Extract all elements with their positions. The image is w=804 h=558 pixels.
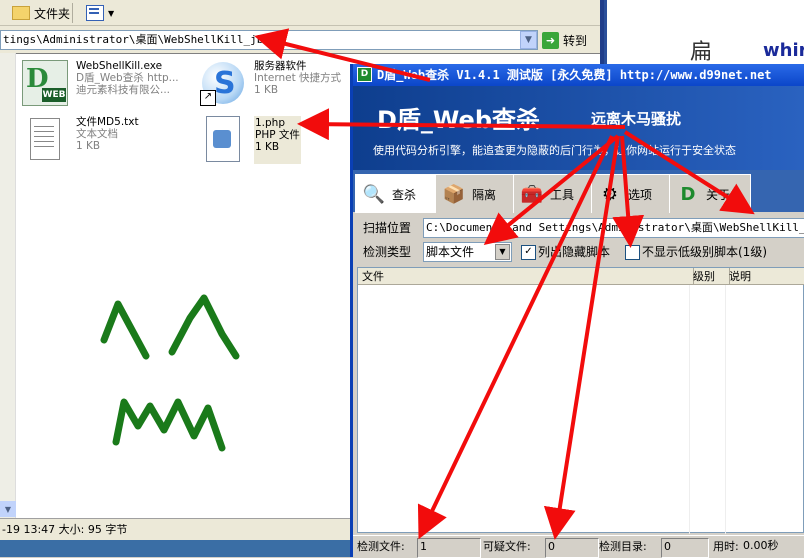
column-header-level[interactable]: 级别 [689,268,730,285]
status-time-value: 0.00秒 [741,538,803,556]
show-hidden-checkbox[interactable]: ✓ [521,245,536,260]
views-icon [86,5,104,21]
banner-logo: D盾_Web查杀 [377,106,540,134]
status-suspicious-label: 可疑文件: [483,540,531,553]
file-name: 服务器软件 [254,60,307,72]
status-time-label: 用时: [713,540,739,553]
views-button[interactable]: ▼ [80,2,120,24]
file-name: WebShellKill.exe [76,60,163,72]
status-files-label: 检测文件: [357,540,405,553]
gear-icon: ⚙ [601,183,619,205]
internet-shortcut-icon: S ↗ [200,60,248,108]
explorer-toolbar: 文件夹 ▼ [0,0,600,26]
tab-strip: 🔍 查杀 📦 隔离 🧰 工具 ⚙ 选项 D 关于 [353,170,804,213]
file-description: D盾_Web查杀 http... [76,72,179,84]
hide-low-level-checkbox[interactable] [625,245,640,260]
scroll-down-icon[interactable]: ▼ [0,501,16,517]
app-title: D盾_Web查杀 V1.4.1 测试版 [永久免费] http://www.d9… [377,68,772,82]
tab-quarantine[interactable]: 📦 隔离 [435,174,517,213]
column-header-description[interactable]: 说明 [725,268,804,285]
scan-type-row: 检测类型 脚本文件 ▼ ✓ 列出隐藏脚本 不显示低级别脚本(1级) [359,242,804,264]
go-button[interactable]: ➜ 转到 [542,29,596,51]
column-divider [689,285,690,534]
folder-icon [12,6,30,20]
scan-type-value: 脚本文件 [426,245,475,259]
tab-scan[interactable]: 🔍 查杀 [355,174,439,213]
file-item-1-php[interactable]: 1.php PHP 文件 1 KB [200,116,301,164]
address-input[interactable]: tings\Administrator\桌面\WebShellKill_jb51 [0,30,538,50]
magnifier-icon: 🔍 [362,183,386,205]
chevron-down-icon: ▼ [108,8,115,18]
toolbar-divider [72,3,73,23]
results-header: 文件 级别 说明 [358,268,804,285]
hide-low-level-label: 不显示低级别脚本(1级) [642,245,767,259]
column-divider [725,285,726,534]
file-description: Internet 快捷方式 [254,72,342,84]
app-status-bar: 检测文件: 1 可疑文件: 0 检测目录: 0 用时: 0.00秒 [353,535,804,558]
file-size: 1 KB [255,141,280,153]
file-description: PHP 文件 [255,129,300,141]
text-document-icon [22,116,70,164]
status-files-value: 1 [417,538,481,558]
banner-description: 使用代码分析引擎，能追查更为隐蔽的后门行为，让你网站运行于安全状态 [373,144,736,157]
background-text: whir [763,40,804,61]
app-icon: D [357,67,372,82]
tab-about[interactable]: D 关于 [669,174,751,213]
file-size: 1 KB [76,140,101,152]
scan-location-row: 扫描位置 C:\Documents and Settings\Administr… [359,218,804,240]
file-description: 文本文档 [76,128,118,140]
tab-label: 查杀 [392,187,417,202]
tab-label: 隔离 [472,187,497,202]
file-name: 文件MD5.txt [76,116,139,128]
app-title-bar[interactable]: D D盾_Web查杀 V1.4.1 测试版 [永久免费] http://www.… [353,64,804,86]
scan-type-label: 检测类型 [363,245,412,259]
d-shield-icon: D [680,183,696,205]
tab-label: 选项 [628,187,653,202]
tab-options[interactable]: ⚙ 选项 [591,174,673,213]
php-file-icon [200,116,248,164]
file-company: 迪元素科技有限公... [76,84,171,96]
folders-button-label: 文件夹 [34,6,71,21]
status-dirs-value: 0 [661,538,709,558]
results-table: 文件 级别 说明 [357,267,804,534]
file-size: 1 KB [254,84,279,96]
d-shield-app-icon: D WEB [22,60,70,108]
address-bar: tings\Administrator\桌面\WebShellKill_jb51… [0,28,600,52]
vertical-scrollbar[interactable] [0,53,16,518]
tab-label: 工具 [550,187,575,202]
box-icon: 📦 [442,183,466,205]
toolbox-icon: 🧰 [520,183,544,205]
go-button-label: 转到 [563,33,588,48]
status-dirs-label: 检测目录: [599,540,647,553]
go-arrow-icon: ➜ [542,31,559,49]
file-name: 1.php [255,117,286,129]
file-item-md5-txt[interactable]: 文件MD5.txt 文本文档 1 KB [22,116,139,164]
scan-location-label: 扫描位置 [363,221,412,235]
tab-tools[interactable]: 🧰 工具 [513,174,595,213]
scan-location-input[interactable]: C:\Documents and Settings\Administrator\… [423,218,804,238]
folders-button[interactable]: 文件夹 [6,2,76,24]
file-item-server-software[interactable]: S ↗ 服务器软件 Internet 快捷方式 1 KB [200,60,341,108]
chevron-down-icon[interactable]: ▼ [495,244,510,260]
column-header-file[interactable]: 文件 [358,268,694,285]
address-dropdown-icon[interactable]: ▼ [520,31,537,49]
status-suspicious-value: 0 [545,538,599,558]
scan-type-select[interactable]: 脚本文件 ▼ [423,242,512,262]
dshield-app-window: D D盾_Web查杀 V1.4.1 测试版 [永久免费] http://www.… [350,64,804,558]
tab-label: 关于 [706,187,731,202]
show-hidden-label: 列出隐藏脚本 [538,245,611,259]
file-item-webshellkill[interactable]: D WEB WebShellKill.exe D盾_Web查杀 http... … [22,60,179,108]
app-banner: D盾_Web查杀 远离木马骚扰 使用代码分析引擎，能追查更为隐蔽的后门行为，让你… [353,86,804,170]
background-logo-glyph: 扁 [690,40,713,65]
banner-slogan: 远离木马骚扰 [591,110,682,128]
